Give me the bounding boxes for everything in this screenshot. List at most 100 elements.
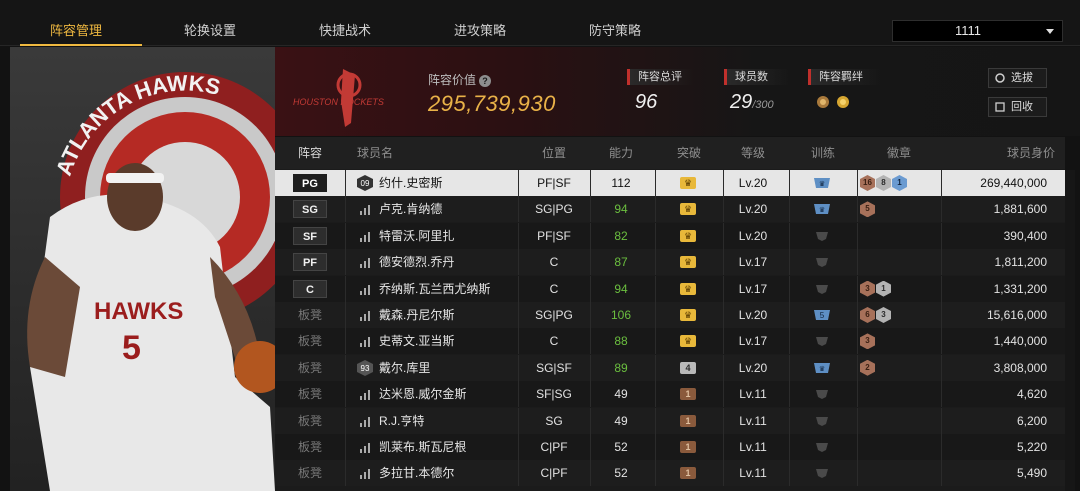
- table-row[interactable]: 板凳 戴森.丹尼尔斯 SG|PG 106 ♛ Lv.20 5 63 15,616…: [275, 302, 1065, 328]
- breakthrough-crown-icon: ♛: [680, 203, 696, 216]
- position-slot-badge: C: [293, 279, 327, 298]
- badge-icon[interactable]: 2: [860, 359, 875, 376]
- breakthrough-crown-icon: ♛: [680, 229, 696, 242]
- breakthrough-crown-icon: ♛: [680, 282, 696, 295]
- col-level[interactable]: 等级: [723, 137, 783, 169]
- badge-icon[interactable]: 5: [860, 201, 875, 218]
- ability-cell: 49: [614, 387, 628, 402]
- table-row[interactable]: 板凳 R.J.亨特 SG 49 1 Lv.11 6,200: [275, 407, 1065, 434]
- ability-cell: 106: [610, 308, 632, 322]
- badge-icon[interactable]: 3: [860, 280, 875, 297]
- divider: [789, 249, 790, 276]
- ability-cell: 112: [611, 176, 631, 190]
- divider: [857, 170, 858, 196]
- position-slot-badge: SF: [293, 226, 327, 245]
- training-crown-icon[interactable]: ♛: [813, 361, 831, 375]
- divider: [655, 249, 656, 276]
- col-badges[interactable]: 徽章: [857, 137, 941, 169]
- chemistry-icon[interactable]: [836, 95, 850, 109]
- table-row[interactable]: 板凳 达米恩.威尔金斯 SF|SG 49 1 Lv.11 4,620: [275, 381, 1065, 408]
- tab-offense-strategy[interactable]: 进攻策略: [414, 0, 546, 46]
- training-empty-icon[interactable]: [813, 229, 831, 243]
- breakthrough-level-icon: 1: [680, 388, 696, 401]
- ability-cell: 82: [614, 228, 628, 243]
- col-training[interactable]: 训练: [789, 137, 857, 169]
- badge-icon[interactable]: 3: [860, 333, 875, 350]
- badge-icon[interactable]: 6: [860, 307, 875, 323]
- signal-bars-icon: [360, 390, 370, 401]
- svg-text:♛: ♛: [819, 206, 825, 214]
- badge-icon[interactable]: 8: [876, 175, 891, 191]
- player-name-cell: 达米恩.威尔金斯: [345, 381, 518, 407]
- player-illustration: ATLANTA HAWKS HAWKS 5: [27, 70, 275, 491]
- col-player-value[interactable]: 球员身价: [955, 137, 1055, 169]
- divider: [789, 328, 790, 355]
- training-empty-icon[interactable]: [813, 334, 831, 348]
- divider: [857, 381, 858, 408]
- training-empty-icon[interactable]: [813, 414, 831, 428]
- breakthrough-crown-icon: ♛: [680, 256, 696, 269]
- table-row[interactable]: PF 德安德烈.乔丹 C 87 ♛ Lv.17 1,811,200: [275, 249, 1065, 276]
- table-row[interactable]: PG 09 约什.史密斯 PF|SF 112 ♛ Lv.20 ♛ 16 8 1 269…: [275, 170, 1065, 196]
- col-ability[interactable]: 能力: [590, 137, 652, 169]
- divider: [789, 222, 790, 249]
- tab-quick-tactics[interactable]: 快捷战术: [279, 0, 411, 46]
- table-scrollbar[interactable]: [1065, 170, 1075, 491]
- tab-rotation-settings[interactable]: 轮换设置: [144, 0, 276, 46]
- table-row[interactable]: 板凳 史蒂文.亚当斯 C 88 ♛ Lv.17 3 1,440,000: [275, 328, 1065, 355]
- chemistry-icon[interactable]: [816, 95, 830, 109]
- training-empty-icon[interactable]: [813, 282, 831, 296]
- table-row[interactable]: SF 特雷沃.阿里扎 PF|SF 82 ♛ Lv.20 390,400: [275, 222, 1065, 249]
- table-row[interactable]: C 乔纳斯.瓦兰西尤纳斯 C 94 ♛ Lv.17 31 1,331,200: [275, 275, 1065, 302]
- ability-cell: 88: [614, 334, 628, 349]
- divider: [857, 196, 858, 223]
- table-row[interactable]: SG 卢克.肯纳德 SG|PG 94 ♛ Lv.20 ♛ 5 1,881,600: [275, 196, 1065, 223]
- level-cell: Lv.17: [738, 281, 768, 296]
- breakthrough-level-icon: 1: [680, 414, 696, 427]
- training-level-icon[interactable]: 5: [813, 308, 831, 322]
- tab-defense-strategy[interactable]: 防守策略: [549, 0, 681, 46]
- signal-bars-icon: [360, 311, 370, 321]
- recycle-button[interactable]: 回收: [988, 97, 1047, 117]
- select-button[interactable]: 选拔: [988, 68, 1047, 88]
- player-name-cell: 多拉甘.本德尔: [345, 460, 518, 486]
- svg-text:93: 93: [361, 364, 370, 373]
- team-select-value: 1111: [955, 23, 982, 38]
- training-crown-icon[interactable]: ♛: [813, 176, 831, 190]
- divider: [789, 302, 790, 328]
- level-cell: Lv.20: [738, 202, 768, 217]
- training-empty-icon[interactable]: [813, 440, 831, 454]
- ability-cell: 89: [614, 360, 628, 375]
- breakthrough-level-icon: 1: [680, 441, 696, 453]
- help-icon[interactable]: ?: [479, 75, 492, 87]
- team-select-dropdown[interactable]: 1111: [892, 20, 1063, 42]
- table-row[interactable]: 板凳 凯莱布.斯瓦尼根 C|PF 52 1 Lv.11 5,220: [275, 434, 1065, 460]
- lineup-slot-cell: 板凳: [275, 408, 345, 434]
- badge-icon[interactable]: 1: [892, 175, 907, 191]
- col-breakthrough[interactable]: 突破: [655, 137, 723, 169]
- player-name: 史蒂文.亚当斯: [379, 334, 455, 349]
- rating-label: 阵容总评: [627, 69, 693, 85]
- badge-icon[interactable]: 3: [876, 307, 891, 323]
- badge-icon[interactable]: 16: [860, 175, 875, 191]
- team-logo: HOUSTON ROCKETS: [293, 69, 384, 127]
- training-empty-icon[interactable]: [813, 255, 831, 269]
- position-cell: PF|SF: [537, 176, 571, 190]
- breakthrough-level-icon: 1: [680, 467, 696, 480]
- player-name-cell: 戴森.丹尼尔斯: [345, 302, 518, 328]
- bench-label: 板凳: [297, 308, 322, 322]
- table-row[interactable]: 板凳 93 戴尔.库里 SG|SF 89 4 Lv.20 ♛ 2 3,808,00…: [275, 354, 1065, 381]
- badge-icon[interactable]: 1: [876, 280, 891, 297]
- training-empty-icon[interactable]: [813, 466, 831, 480]
- training-crown-icon[interactable]: ♛: [813, 202, 831, 216]
- position-cell: C|PF: [540, 466, 568, 481]
- col-lineup[interactable]: 阵容: [275, 137, 345, 169]
- ability-cell: 87: [614, 255, 628, 270]
- col-position[interactable]: 位置: [518, 137, 590, 169]
- table-header: 阵容 球员名 位置 能力 突破 等级 训练 徽章 球员身价: [275, 137, 1065, 169]
- col-player-name[interactable]: 球员名: [345, 137, 405, 169]
- training-empty-icon[interactable]: [813, 387, 831, 401]
- tab-lineup-management[interactable]: 阵容管理: [10, 0, 142, 46]
- table-row[interactable]: 板凳 多拉甘.本德尔 C|PF 52 1 Lv.11 5,490: [275, 460, 1065, 487]
- bench-label: 板凳: [297, 334, 322, 349]
